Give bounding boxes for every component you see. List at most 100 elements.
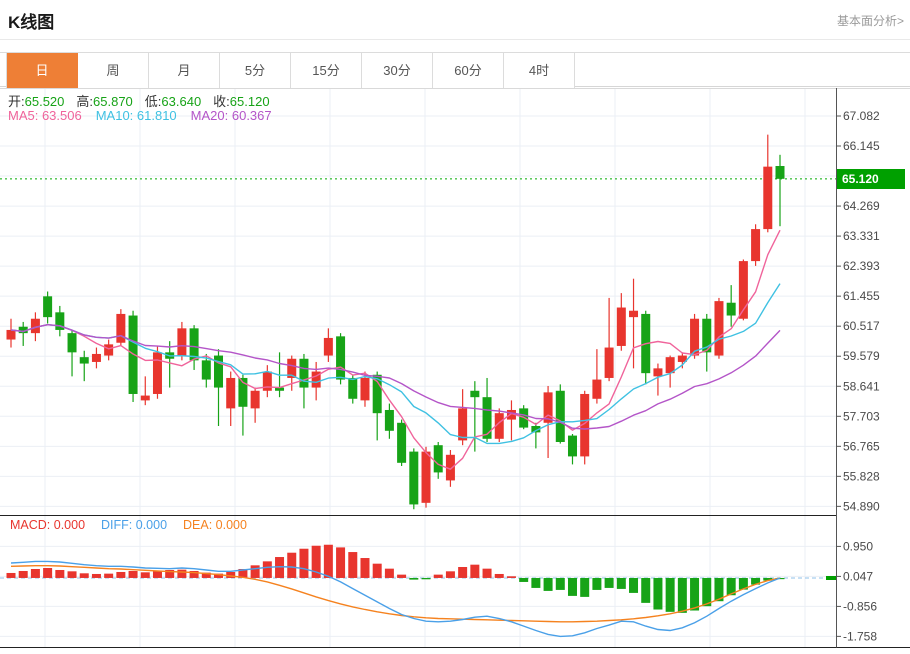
candle-body xyxy=(727,303,736,316)
current-price-marker: 65.120 xyxy=(837,169,905,189)
candle-body xyxy=(605,348,614,378)
candles-layer xyxy=(7,135,785,510)
ma20-value: MA20: 60.367 xyxy=(191,108,272,123)
candle-body xyxy=(92,354,101,362)
candle-body xyxy=(348,378,357,399)
candle-body xyxy=(104,344,113,355)
macd-bar xyxy=(116,572,125,578)
diff-line xyxy=(11,561,780,636)
close-label: 收: xyxy=(213,94,230,109)
axis-tick-label: 62.393 xyxy=(843,259,880,273)
candle-body xyxy=(43,296,52,317)
candle-body xyxy=(360,378,369,400)
macd-bar xyxy=(141,572,150,578)
candle-body xyxy=(714,301,723,355)
interval-tab-bar: 日 周 月 5分 15分 30分 60分 4时 xyxy=(0,52,910,87)
macd-bar xyxy=(177,570,186,578)
candle-body xyxy=(336,336,345,379)
tab-4hour[interactable]: 4时 xyxy=(504,53,575,88)
open-value: 65.520 xyxy=(25,94,65,109)
candle-body xyxy=(483,397,492,439)
dea-value: DEA: 0.000 xyxy=(183,518,247,532)
candle-body xyxy=(629,311,638,317)
macd-bar xyxy=(385,569,394,578)
macd-bar xyxy=(544,578,553,591)
gridlines xyxy=(0,89,836,648)
axis-tick-label: 56.765 xyxy=(843,439,880,453)
candle-body xyxy=(226,378,235,408)
candle-body xyxy=(434,445,443,472)
macd-bar xyxy=(263,561,272,578)
tab-week[interactable]: 周 xyxy=(78,53,149,88)
macd-bar xyxy=(690,578,699,611)
candle-body xyxy=(202,360,211,379)
axis-tick-label: 67.082 xyxy=(843,109,880,123)
axis-tick-label: 60.517 xyxy=(843,319,880,333)
macd-bar xyxy=(556,578,565,590)
macd-histogram xyxy=(7,545,785,613)
macd-bar xyxy=(360,558,369,578)
axis-tick-label: 66.145 xyxy=(843,139,880,153)
candle-body xyxy=(80,357,89,363)
axis-tick-label: 61.455 xyxy=(843,289,880,303)
macd-bar xyxy=(568,578,577,596)
macd-bar xyxy=(31,569,40,578)
macd-bar xyxy=(43,568,52,578)
candle-body xyxy=(556,391,565,442)
candle-body xyxy=(470,391,479,397)
high-value: 65.870 xyxy=(93,94,133,109)
candle-body xyxy=(592,380,601,399)
axis-tick-label: 58.641 xyxy=(843,379,880,393)
candle-body xyxy=(751,229,760,261)
macd-bar xyxy=(580,578,589,597)
axis-tick-label: 59.579 xyxy=(843,349,880,363)
macd-bar xyxy=(653,578,662,610)
high-label: 高: xyxy=(76,94,93,109)
kline-chart[interactable]: 67.08266.14564.26963.33162.39361.45560.5… xyxy=(0,88,910,649)
candle-body xyxy=(422,452,431,503)
macd-bar xyxy=(483,569,492,578)
macd-bar xyxy=(92,574,101,578)
macd-bar xyxy=(409,578,418,580)
macd-bar xyxy=(80,573,89,578)
macd-bar xyxy=(617,578,626,589)
open-label: 开: xyxy=(8,94,25,109)
tab-day[interactable]: 日 xyxy=(6,53,78,88)
macd-bar xyxy=(605,578,614,588)
axis-tick-label: 64.269 xyxy=(843,199,880,213)
kline-page: { "header": { "title": "K线图", "link": "基… xyxy=(0,0,910,649)
ma10-line xyxy=(11,284,780,444)
tab-5min[interactable]: 5分 xyxy=(220,53,291,88)
macd-bar xyxy=(629,578,638,593)
tab-15min[interactable]: 15分 xyxy=(291,53,362,88)
macd-bar xyxy=(519,578,528,582)
macd-bar xyxy=(641,578,650,603)
candle-body xyxy=(324,338,333,356)
ma5-value: MA5: 63.506 xyxy=(8,108,82,123)
tab-60min[interactable]: 60分 xyxy=(433,53,504,88)
axis-tick-label: -0.856 xyxy=(843,599,877,613)
macd-readout: MACD: 0.000DIFF: 0.000DEA: 0.000 xyxy=(10,518,263,532)
low-value: 63.640 xyxy=(161,94,201,109)
fundamental-analysis-link[interactable]: 基本面分析> xyxy=(837,12,904,29)
candle-body xyxy=(385,410,394,431)
candle-body xyxy=(617,308,626,346)
macd-bar xyxy=(68,571,77,578)
ma-readout: MA5: 63.506 MA10: 61.810 MA20: 60.367 xyxy=(8,108,286,123)
candle-body xyxy=(7,330,16,340)
candle-body xyxy=(251,391,260,409)
macd-bar xyxy=(153,571,162,578)
axis-tick-label: 0.047 xyxy=(843,569,873,583)
macd-bar xyxy=(55,570,64,578)
macd-bar xyxy=(592,578,601,590)
tab-month[interactable]: 月 xyxy=(149,53,220,88)
candle-body xyxy=(409,452,418,505)
macd-bar xyxy=(348,552,357,578)
candle-body xyxy=(776,166,785,179)
tab-30min[interactable]: 30分 xyxy=(362,53,433,88)
page-header: K线图 基本面分析> xyxy=(0,0,910,40)
ma10-value: MA10: 61.810 xyxy=(96,108,177,123)
axis-tick-label: 57.703 xyxy=(843,409,880,423)
macd-bar xyxy=(299,549,308,578)
candle-body xyxy=(299,359,308,388)
